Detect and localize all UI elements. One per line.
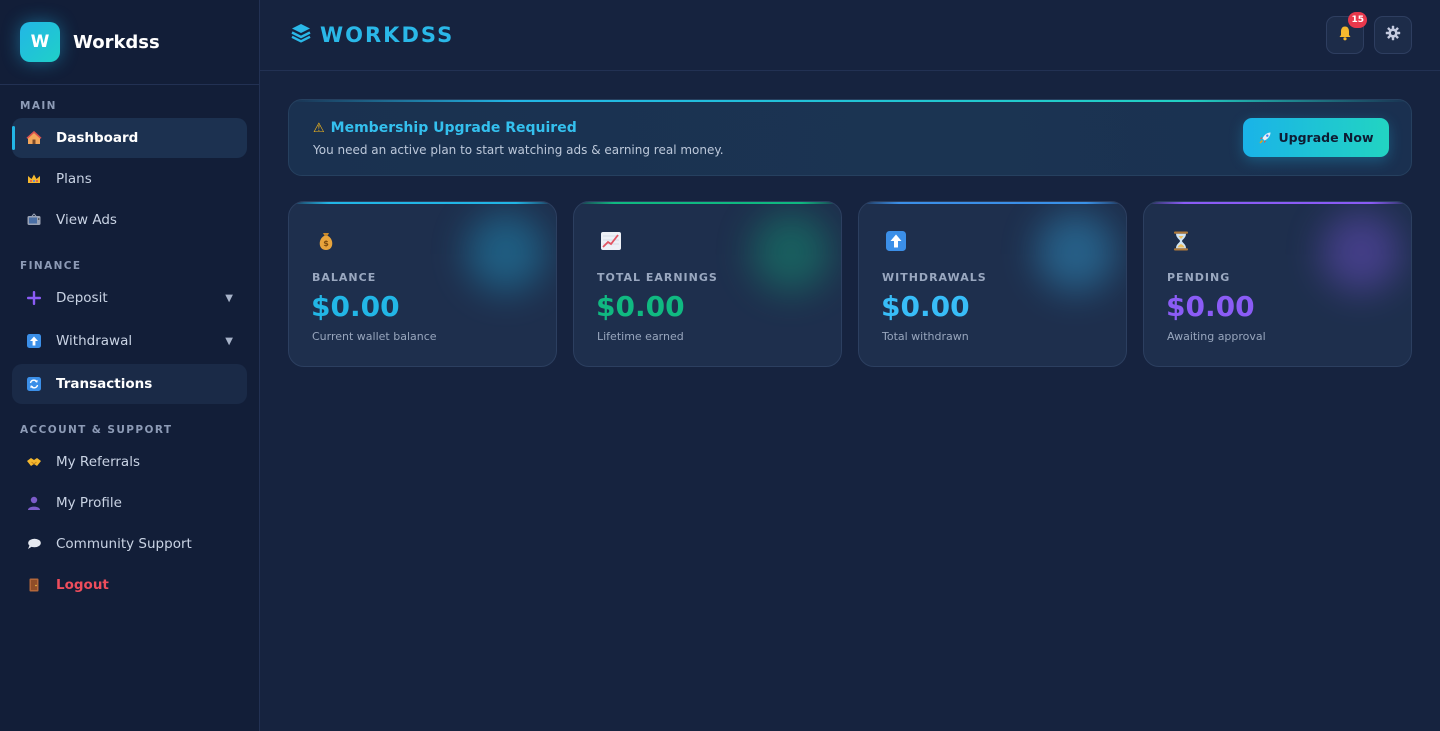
topbar-brand[interactable]: WORKDSS xyxy=(290,22,454,48)
refresh-icon xyxy=(26,376,42,392)
stat-card-withdrawals: WITHDRAWALS $0.00 Total withdrawn xyxy=(858,201,1127,367)
sidebar-item-label: Dashboard xyxy=(56,130,139,146)
section-label-main: MAIN xyxy=(20,100,57,112)
notification-badge: 15 xyxy=(1348,12,1367,28)
sidebar-item-transactions[interactable]: Transactions xyxy=(12,364,247,404)
sidebar-item-label: Withdrawal xyxy=(56,333,133,349)
sidebar-item-label: Community Support xyxy=(56,536,192,552)
brand-name: Workdss xyxy=(73,31,160,53)
up-arrow-icon xyxy=(26,333,42,349)
card-accent-line xyxy=(1144,202,1411,204)
bell-icon xyxy=(1337,25,1353,45)
topbar-brand-name: WORKDSS xyxy=(320,23,455,47)
sidebar-item-deposit[interactable]: Deposit ▼ xyxy=(12,278,247,318)
card-glow xyxy=(1321,212,1401,292)
layers-icon xyxy=(290,22,312,48)
alert-text: You need an active plan to start watchin… xyxy=(313,143,724,157)
sidebar-item-label: View Ads xyxy=(56,212,117,228)
card-glow xyxy=(466,212,546,292)
card-value: $0.00 xyxy=(881,290,970,323)
card-accent-line xyxy=(574,202,841,204)
card-subtext: Total withdrawn xyxy=(882,330,969,343)
user-icon xyxy=(26,495,42,511)
up-arrow-icon xyxy=(885,230,907,257)
chart-up-icon xyxy=(600,230,622,257)
upgrade-button-label: Upgrade Now xyxy=(1278,130,1374,145)
main-content: WORKDSS 15 ⚠ Membership Upgrade Required… xyxy=(260,0,1440,731)
card-value: $0.00 xyxy=(1166,290,1255,323)
card-label: TOTAL EARNINGS xyxy=(597,271,718,284)
tv-icon xyxy=(26,212,42,228)
membership-alert: ⚠ Membership Upgrade Required You need a… xyxy=(288,99,1412,176)
card-value: $0.00 xyxy=(311,290,400,323)
card-label: WITHDRAWALS xyxy=(882,271,987,284)
speech-bubble-icon xyxy=(26,536,42,552)
rocket-icon xyxy=(1258,131,1272,145)
card-accent-line xyxy=(289,202,556,204)
sidebar-item-label: Deposit xyxy=(56,290,108,306)
notifications-button[interactable]: 15 xyxy=(1326,12,1367,54)
section-label-account: ACCOUNT & SUPPORT xyxy=(20,424,173,436)
sidebar-item-label: My Profile xyxy=(56,495,122,511)
crown-icon xyxy=(26,171,42,187)
chevron-down-icon[interactable]: ▼ xyxy=(225,293,233,304)
svg-text:$: $ xyxy=(323,239,329,248)
card-value: $0.00 xyxy=(596,290,685,323)
sidebar-item-referrals[interactable]: My Referrals xyxy=(12,442,247,482)
topbar: WORKDSS 15 xyxy=(260,0,1440,71)
warning-icon: ⚠ xyxy=(313,120,325,136)
sidebar-item-logout[interactable]: Logout xyxy=(12,565,247,605)
card-accent-line xyxy=(859,202,1126,204)
stat-card-balance: $ BALANCE $0.00 Current wallet balance xyxy=(288,201,557,367)
settings-button[interactable] xyxy=(1374,16,1412,54)
sidebar-item-label: Transactions xyxy=(56,376,153,392)
stat-card-pending: PENDING $0.00 Awaiting approval xyxy=(1143,201,1412,367)
brand-logo: W xyxy=(20,22,60,62)
card-label: BALANCE xyxy=(312,271,377,284)
card-subtext: Lifetime earned xyxy=(597,330,684,343)
alert-title-text: Membership Upgrade Required xyxy=(330,120,577,136)
plus-icon xyxy=(26,290,42,306)
sidebar-item-support[interactable]: Community Support xyxy=(12,524,247,564)
stat-card-total-earnings: TOTAL EARNINGS $0.00 Lifetime earned xyxy=(573,201,842,367)
card-glow xyxy=(751,212,831,292)
alert-title: ⚠ Membership Upgrade Required xyxy=(313,120,577,136)
sidebar-item-view-ads[interactable]: View Ads xyxy=(12,200,247,240)
sidebar-item-profile[interactable]: My Profile xyxy=(12,483,247,523)
sidebar-item-withdrawal[interactable]: Withdrawal ▼ xyxy=(12,321,247,361)
section-label-finance: FINANCE xyxy=(20,260,82,272)
sidebar-item-label: Logout xyxy=(56,577,109,593)
sidebar: W Workdss MAIN Dashboard Plans View Ads … xyxy=(0,0,260,731)
app: W Workdss MAIN Dashboard Plans View Ads … xyxy=(0,0,1440,731)
card-glow xyxy=(1036,212,1116,292)
sidebar-item-label: Plans xyxy=(56,171,92,187)
sidebar-item-plans[interactable]: Plans xyxy=(12,159,247,199)
handshake-icon xyxy=(26,454,42,470)
house-icon xyxy=(26,130,42,146)
gear-icon xyxy=(1385,25,1401,45)
hourglass-icon xyxy=(1170,230,1192,257)
sidebar-brand[interactable]: W Workdss xyxy=(0,0,259,85)
card-label: PENDING xyxy=(1167,271,1231,284)
card-subtext: Awaiting approval xyxy=(1167,330,1266,343)
sidebar-item-dashboard[interactable]: Dashboard xyxy=(12,118,247,158)
chevron-down-icon[interactable]: ▼ xyxy=(225,336,233,347)
door-icon xyxy=(26,577,42,593)
sidebar-item-label: My Referrals xyxy=(56,454,140,470)
money-bag-icon: $ xyxy=(315,230,337,257)
brand-logo-letter: W xyxy=(30,32,50,52)
card-subtext: Current wallet balance xyxy=(312,330,437,343)
upgrade-now-button[interactable]: Upgrade Now xyxy=(1243,118,1389,157)
